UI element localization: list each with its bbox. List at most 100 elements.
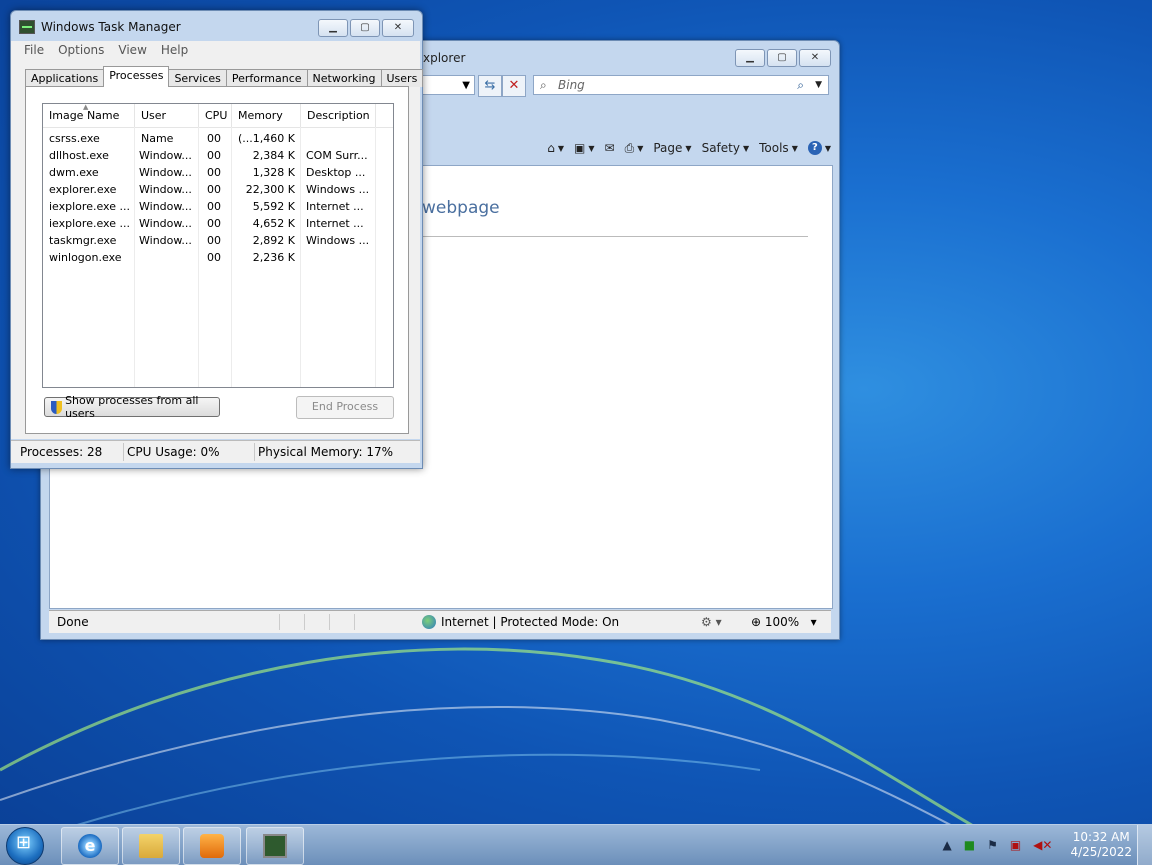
- task-manager-status-bar: Processes: 28 CPU Usage: 0% Physical Mem…: [11, 440, 420, 463]
- tab-performance[interactable]: Performance: [225, 69, 308, 87]
- tm-caption-buttons: ▁ ▢ ✕: [318, 19, 414, 37]
- cell-image: iexplore.exe ...: [49, 200, 130, 213]
- feeds-button[interactable]: ▣ ▼: [574, 141, 595, 155]
- tab-services[interactable]: Services: [168, 69, 227, 87]
- processes-count: Processes: 28: [20, 445, 103, 459]
- tab-processes[interactable]: Processes: [103, 66, 170, 87]
- table-row[interactable]: iexplore.exe ... Window... 00 5,592 K Intern…: [43, 198, 393, 215]
- status-divider: [279, 614, 280, 630]
- battery-icon[interactable]: ■: [964, 838, 975, 852]
- table-row[interactable]: iexplore.exe ... Window... 00 4,652 K Intern…: [43, 215, 393, 232]
- sort-ascending-icon: ▲: [83, 103, 89, 111]
- address-dropdown[interactable]: ▼: [423, 75, 475, 95]
- status-divider: [329, 614, 330, 630]
- menu-help[interactable]: Help: [161, 41, 188, 59]
- cell-description: Desktop ...: [306, 166, 366, 179]
- page-menu[interactable]: Page ▼: [653, 141, 691, 155]
- help-button[interactable]: ? ▼: [807, 141, 831, 155]
- menu-bar: File Options View Help: [11, 41, 420, 59]
- show-desktop-button[interactable]: [1137, 825, 1152, 865]
- status-divider: [123, 443, 124, 461]
- process-list[interactable]: ▲ Image Name User Name CPU Memory (... D…: [42, 103, 394, 388]
- start-button[interactable]: [6, 827, 44, 865]
- cell-user: Window...: [139, 183, 192, 196]
- task-manager-titlebar: Windows Task Manager: [19, 20, 181, 34]
- popup-blocker-icon[interactable]: ⚙ ▾: [701, 611, 722, 633]
- task-manager-window[interactable]: Windows Task Manager ▁ ▢ ✕ File Options …: [10, 10, 424, 469]
- cell-memory: 2,384 K: [252, 149, 295, 162]
- table-row[interactable]: csrss.exe 00 1,460 K: [43, 130, 393, 147]
- column-user-name[interactable]: User Name: [135, 104, 199, 145]
- table-row[interactable]: dllhost.exe Window... 00 2,384 K COM Surr...: [43, 147, 393, 164]
- status-divider: [254, 443, 255, 461]
- stop-icon[interactable]: ✕: [502, 75, 526, 97]
- cell-memory: 22,300 K: [245, 183, 295, 196]
- search-go-icon[interactable]: ⌕: [797, 76, 804, 94]
- zoom-control[interactable]: ⊕ 100% ▾: [751, 611, 817, 633]
- table-row[interactable]: explorer.exe Window... 00 22,300 K Windows .…: [43, 181, 393, 198]
- cell-memory: 2,892 K: [252, 234, 295, 247]
- cpu-usage: CPU Usage: 0%: [127, 445, 220, 459]
- security-zone[interactable]: Internet | Protected Mode: On: [422, 611, 619, 633]
- menu-options[interactable]: Options: [58, 41, 104, 59]
- maximize-button[interactable]: ▢: [767, 49, 797, 67]
- end-process-button[interactable]: End Process: [296, 396, 394, 419]
- table-row[interactable]: winlogon.exe 00 2,236 K: [43, 249, 393, 266]
- cell-user: Window...: [139, 234, 192, 247]
- show-hidden-icons-icon[interactable]: ▲: [942, 838, 951, 852]
- home-button[interactable]: ⌂ ▼: [547, 141, 564, 155]
- help-icon: ?: [807, 141, 822, 155]
- tab-networking[interactable]: Networking: [306, 69, 382, 87]
- menu-file[interactable]: File: [24, 41, 44, 59]
- cell-memory: 4,652 K: [252, 217, 295, 230]
- refresh-icon[interactable]: ⇆: [478, 75, 502, 97]
- taskbar-media-player-button[interactable]: [183, 827, 241, 865]
- taskbar-ie-button[interactable]: e: [61, 827, 119, 865]
- print-button[interactable]: ⎙ ▼: [625, 141, 644, 156]
- tools-menu-label: Tools: [759, 141, 789, 155]
- ie-window-title: xplorer: [423, 51, 466, 65]
- volume-muted-icon[interactable]: ◀✕: [1033, 838, 1052, 852]
- ie-navigation-bar: ▼ ⇆ ✕ ⌕ Bing ⌕ ▼: [423, 75, 831, 97]
- zoom-level: 100%: [764, 615, 800, 629]
- clock[interactable]: 10:32 AM 4/25/2022: [1070, 830, 1132, 860]
- search-placeholder: Bing: [558, 78, 585, 92]
- column-cpu[interactable]: CPU: [199, 104, 232, 127]
- tab-applications[interactable]: Applications: [25, 69, 105, 87]
- show-all-processes-button[interactable]: Show processes from all users: [44, 394, 220, 420]
- system-tray: ▲ ■ ⚑ ▣ ◀✕ 10:32 AM 4/25/2022: [942, 825, 1132, 865]
- mail-button[interactable]: ✉: [605, 141, 615, 155]
- table-row[interactable]: taskmgr.exe Window... 00 2,892 K Windows ...: [43, 232, 393, 249]
- column-image-name[interactable]: ▲ Image Name: [43, 104, 135, 127]
- minimize-button[interactable]: ▁: [735, 49, 765, 67]
- minimize-button[interactable]: ▁: [318, 19, 348, 37]
- cell-image: dllhost.exe: [49, 149, 109, 162]
- search-dropdown-icon[interactable]: ▼: [815, 76, 822, 94]
- tab-users[interactable]: Users: [380, 69, 424, 87]
- table-row[interactable]: dwm.exe Window... 00 1,328 K Desktop ...: [43, 164, 393, 181]
- cell-cpu: 00: [207, 234, 221, 247]
- cell-cpu: 00: [207, 200, 221, 213]
- close-button[interactable]: ✕: [382, 19, 414, 37]
- page-heading: webpage: [422, 198, 500, 218]
- menu-view[interactable]: View: [118, 41, 146, 59]
- safety-menu[interactable]: Safety ▼: [702, 141, 750, 155]
- cell-image: iexplore.exe ...: [49, 217, 130, 230]
- cell-image: explorer.exe: [49, 183, 117, 196]
- ie-caption-buttons: ▁ ▢ ✕: [735, 49, 831, 67]
- action-center-flag-icon[interactable]: ⚑: [987, 838, 998, 852]
- column-description[interactable]: Description: [301, 104, 376, 127]
- tab-strip: Applications Processes Services Performa…: [25, 66, 424, 87]
- cell-description: COM Surr...: [306, 149, 368, 162]
- column-memory[interactable]: Memory (...: [232, 104, 301, 145]
- taskbar-explorer-button[interactable]: [122, 827, 180, 865]
- taskbar-task-manager-button[interactable]: [246, 827, 304, 865]
- network-icon[interactable]: ▣: [1010, 838, 1021, 852]
- search-input[interactable]: ⌕ Bing ⌕ ▼: [533, 75, 829, 95]
- status-text: Done: [57, 615, 89, 629]
- ie-command-bar: ⌂ ▼ ▣ ▼ ✉ ⎙ ▼ Page ▼ Safety ▼ Tools ▼ ? ▼: [423, 135, 831, 161]
- tools-menu[interactable]: Tools ▼: [759, 141, 798, 155]
- mail-icon: ✉: [604, 141, 615, 155]
- maximize-button[interactable]: ▢: [350, 19, 380, 37]
- close-button[interactable]: ✕: [799, 49, 831, 67]
